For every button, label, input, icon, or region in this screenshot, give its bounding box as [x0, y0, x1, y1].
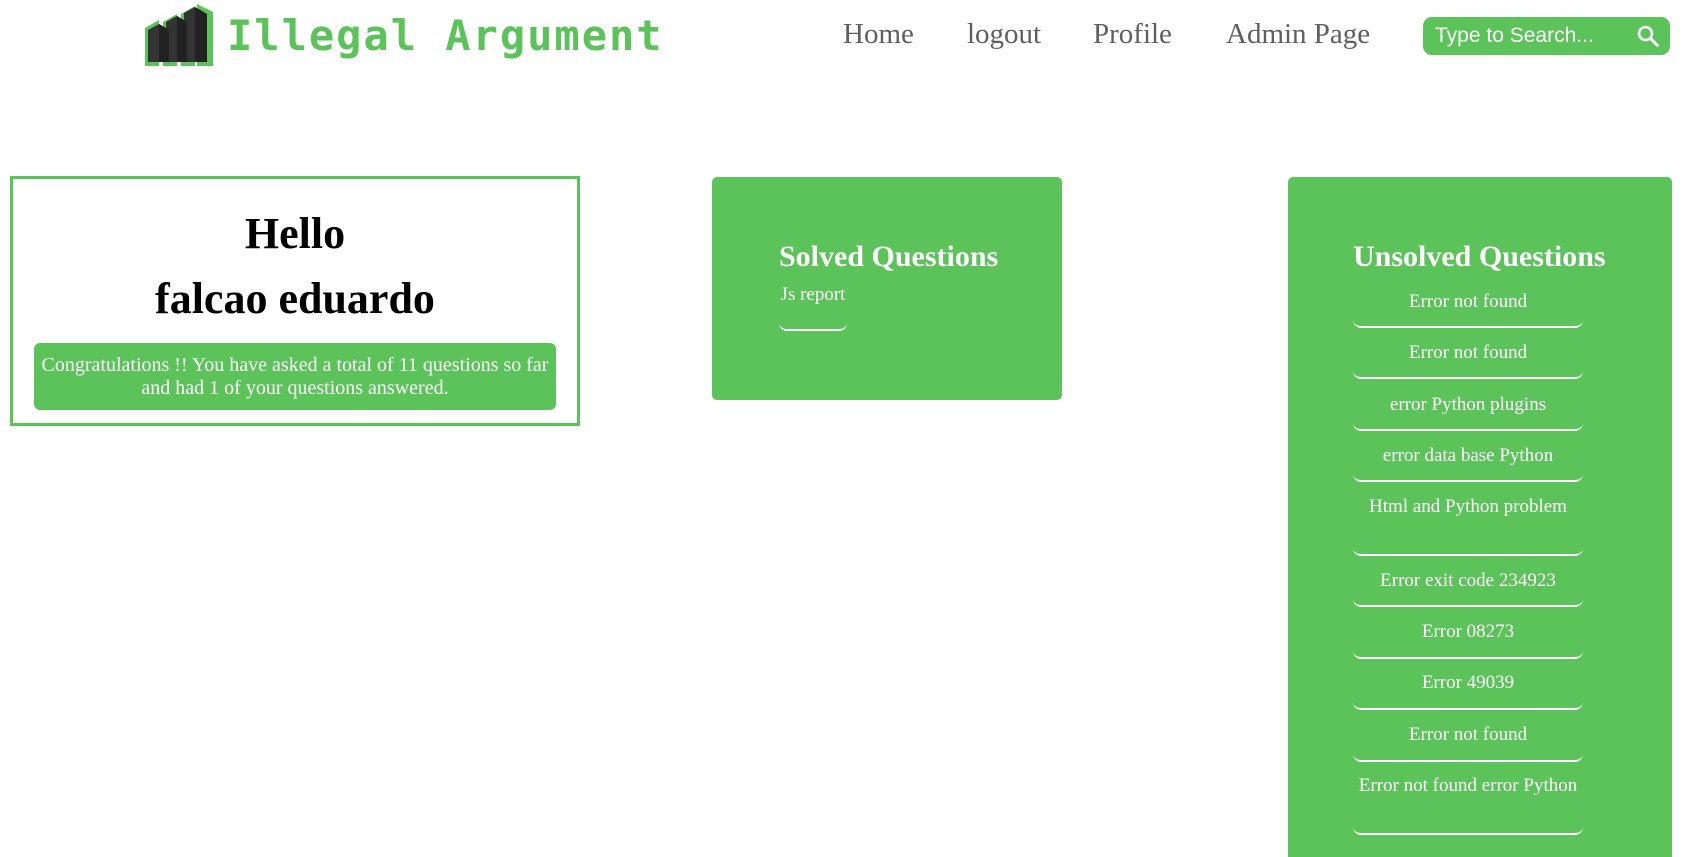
unsolved-question-link[interactable]: Error not found [1353, 723, 1583, 762]
solved-questions-card: Solved Questions Js report [712, 177, 1062, 400]
unsolved-question-link[interactable]: Error not found [1353, 290, 1583, 328]
search-icon[interactable] [1636, 24, 1660, 48]
user-name: falcao eduardo [155, 274, 435, 323]
search-input[interactable] [1435, 24, 1630, 48]
brand-name: Illegal Argument [227, 10, 664, 60]
greeting-card: Hello falcao eduardo Congratulations !! … [10, 176, 580, 426]
stacked-blocks-logo-icon [145, 4, 213, 66]
nav-admin-page-link[interactable]: Admin Page [1226, 18, 1370, 51]
page: Illegal Argument Home logout Profile Adm… [0, 0, 1683, 857]
unsolved-question-link[interactable]: error Python plugins [1353, 393, 1583, 431]
unsolved-question-link[interactable]: error data base Python [1353, 444, 1583, 482]
brand-logo[interactable]: Illegal Argument [143, 0, 664, 70]
greeting-title: Hello [244, 209, 346, 258]
unsolved-question-link[interactable]: Error not found error Python [1353, 774, 1583, 835]
unsolved-question-link[interactable]: Error 08273 [1353, 620, 1583, 659]
congratulations-message: Congratulations !! You have asked a tota… [34, 343, 556, 410]
unsolved-question-link[interactable]: Error not found [1353, 341, 1583, 379]
solved-question-link[interactable]: Js report [779, 283, 847, 331]
solved-questions-title: Solved Questions [779, 240, 999, 273]
nav-logout-link[interactable]: logout [967, 18, 1041, 51]
unsolved-questions-title: Unsolved Questions [1353, 240, 1606, 273]
unsolved-question-link[interactable]: Error exit code 234923 [1353, 569, 1583, 607]
nav-profile-link[interactable]: Profile [1093, 18, 1172, 51]
unsolved-question-link[interactable]: Error 49039 [1353, 671, 1583, 710]
unsolved-question-link[interactable]: Html and Python problem [1353, 495, 1583, 556]
unsolved-questions-card: Unsolved Questions Error not found Error… [1288, 177, 1672, 857]
nav-home-link[interactable]: Home [843, 18, 914, 51]
search-bar [1423, 17, 1670, 55]
